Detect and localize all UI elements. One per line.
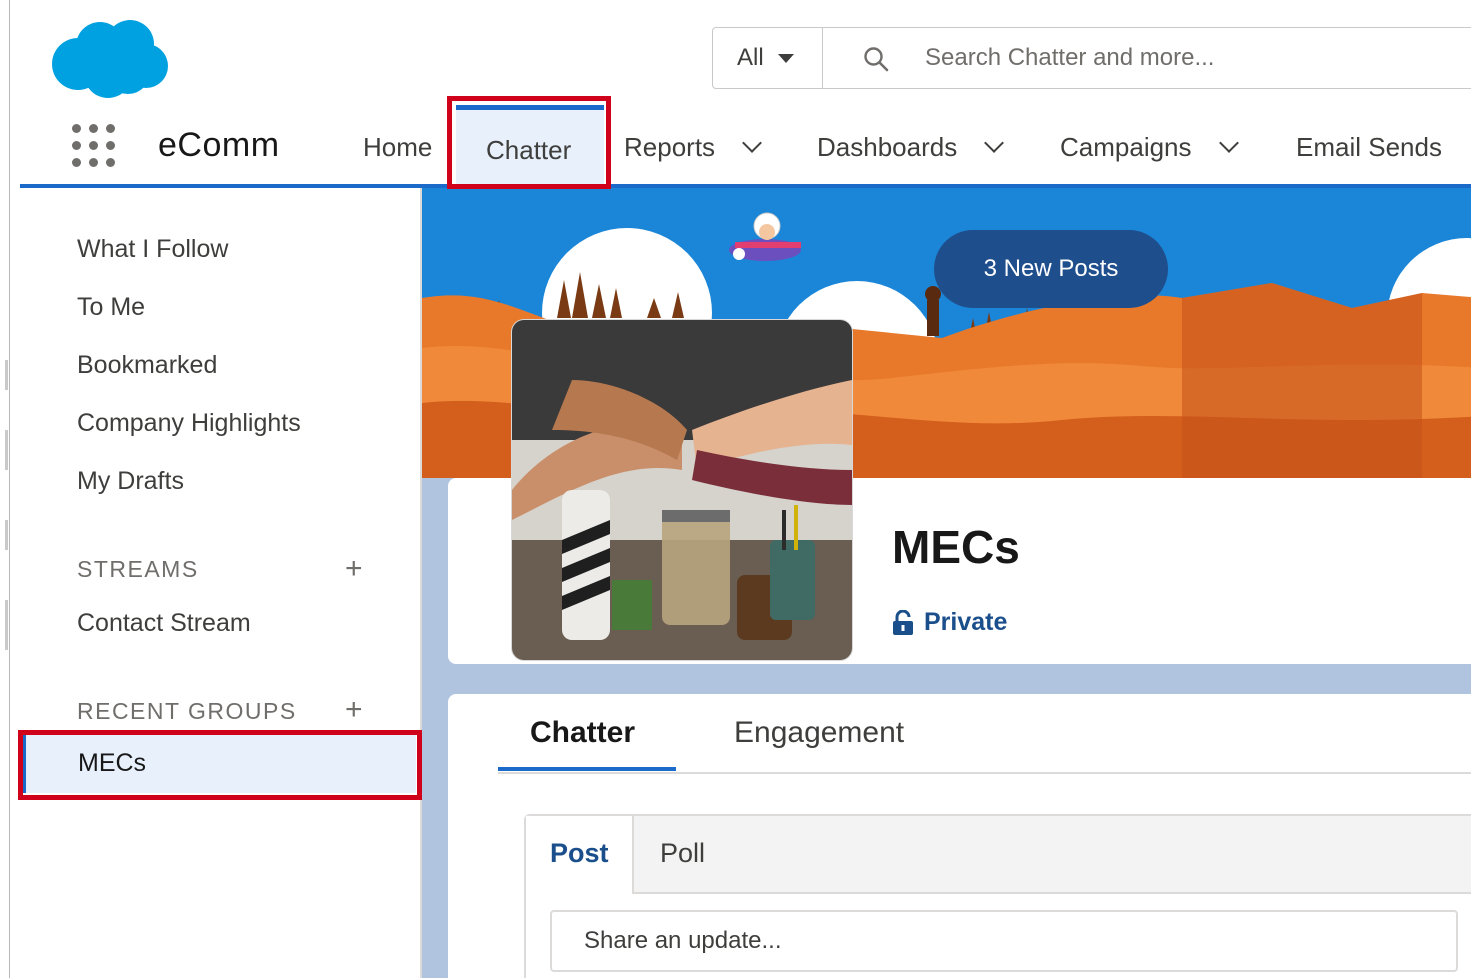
add-group-icon[interactable]: + xyxy=(345,693,363,727)
sidebar-item-label: MECs xyxy=(78,749,147,777)
window-edge xyxy=(0,0,10,978)
app-launcher-icon[interactable] xyxy=(72,124,116,168)
chevron-down-icon[interactable] xyxy=(984,133,1005,153)
search-scope-dropdown[interactable]: All xyxy=(713,28,823,88)
search-scope-label: All xyxy=(737,44,764,71)
publisher-tab-label: Post xyxy=(550,838,609,868)
share-update-input[interactable] xyxy=(550,910,1458,972)
search-icon xyxy=(864,47,889,72)
privacy-label: Private xyxy=(924,608,1008,636)
nav-item-label: Campaigns xyxy=(1060,132,1192,162)
nav-item-reports[interactable]: Reports xyxy=(624,132,762,163)
lock-icon xyxy=(893,609,913,635)
sidebar-item-bookmarked[interactable]: Bookmarked xyxy=(77,351,217,380)
group-main-content: 3 New Posts MECs Private Chatter Engagem… xyxy=(422,188,1471,978)
sidebar-item-company-highlights[interactable]: Company Highlights xyxy=(77,409,301,438)
publisher: Post Poll xyxy=(524,814,1471,978)
group-privacy: Private xyxy=(892,608,1007,637)
sidebar-item-contact-stream[interactable]: Contact Stream xyxy=(77,609,251,638)
global-search: All xyxy=(712,27,1471,89)
group-photo-image xyxy=(512,320,852,660)
nav-item-label: Dashboards xyxy=(817,132,958,162)
nav-item-email-sends[interactable]: Email Sends xyxy=(1296,132,1442,163)
nav-item-dashboards[interactable]: Dashboards xyxy=(817,132,1005,163)
app-navigation: eComm Home Chatter Reports Dashboards Ca… xyxy=(20,96,1471,188)
group-photo[interactable] xyxy=(512,320,852,660)
streams-heading: STREAMS xyxy=(77,556,199,582)
nav-item-campaigns[interactable]: Campaigns xyxy=(1060,132,1239,163)
group-tabs: Chatter Engagement xyxy=(498,694,1471,774)
publisher-tabs: Post Poll xyxy=(526,816,1471,894)
add-stream-icon[interactable]: + xyxy=(345,552,363,586)
nav-item-label: Home xyxy=(363,132,433,162)
tab-chatter[interactable]: Chatter xyxy=(530,716,635,750)
group-feed-card: Chatter Engagement Post Poll xyxy=(448,694,1471,978)
chevron-down-icon[interactable] xyxy=(742,133,762,153)
sidebar-item-to-me[interactable]: To Me xyxy=(77,293,145,322)
sidebar-item-mecs[interactable]: MECs xyxy=(22,735,416,793)
nav-item-chatter[interactable]: Chatter xyxy=(456,105,604,184)
nav-item-label: Chatter xyxy=(486,135,572,165)
nav-item-label: Reports xyxy=(624,132,716,162)
nav-item-label: Email Sends xyxy=(1296,132,1442,162)
tab-engagement[interactable]: Engagement xyxy=(734,716,904,750)
group-name: MECs xyxy=(892,521,1020,573)
sidebar-item-my-drafts[interactable]: My Drafts xyxy=(77,467,184,496)
search-input[interactable] xyxy=(923,28,1471,88)
app-name: eComm xyxy=(158,126,280,164)
new-posts-button[interactable]: 3 New Posts xyxy=(934,230,1168,308)
active-tab-indicator xyxy=(498,767,676,771)
salesforce-logo[interactable] xyxy=(48,14,172,102)
recent-groups-heading: RECENT GROUPS xyxy=(77,698,297,724)
chatter-sidebar: What I Follow To Me Bookmarked Company H… xyxy=(20,188,422,978)
chevron-down-icon[interactable] xyxy=(1218,133,1239,153)
caret-down-icon xyxy=(777,53,794,63)
publisher-tab-poll[interactable]: Poll xyxy=(660,838,705,869)
nav-item-home[interactable]: Home xyxy=(363,132,432,163)
sidebar-item-what-i-follow[interactable]: What I Follow xyxy=(77,235,228,264)
publisher-tab-post[interactable]: Post xyxy=(526,816,634,894)
